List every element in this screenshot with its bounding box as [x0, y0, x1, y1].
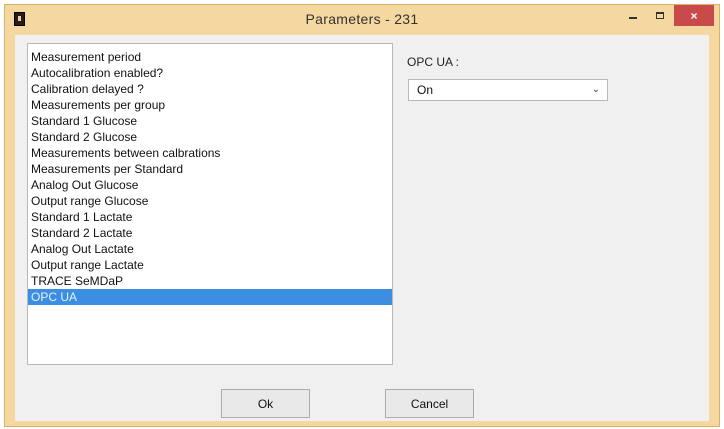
list-item[interactable]: Autocalibration enabled? [28, 65, 392, 81]
list-item[interactable]: Standard 2 Lactate [28, 225, 392, 241]
list-item[interactable]: Measurements per Standard [28, 161, 392, 177]
parameters-window: Parameters - 231 × Measurement period Au… [4, 4, 720, 427]
maximize-icon [656, 12, 664, 19]
cancel-button[interactable]: Cancel [385, 389, 474, 418]
title-bar[interactable]: Parameters - 231 × [5, 5, 719, 33]
list-item[interactable]: Calibration delayed ? [28, 81, 392, 97]
list-item-selected[interactable]: OPC UA [28, 289, 392, 305]
window-title: Parameters - 231 [305, 11, 419, 27]
close-icon: × [690, 8, 698, 23]
close-button[interactable]: × [674, 5, 714, 26]
minimize-icon [629, 16, 637, 19]
opc-ua-select-value: On [417, 83, 434, 97]
ok-button[interactable]: Ok [221, 389, 310, 418]
list-item[interactable]: Standard 1 Lactate [28, 209, 392, 225]
list-item[interactable]: Measurement period [28, 49, 392, 65]
list-item[interactable]: Measurements between calbrations [28, 145, 392, 161]
list-item[interactable]: Analog Out Lactate [28, 241, 392, 257]
opc-ua-label: OPC UA : [407, 55, 460, 69]
dialog-body: Measurement period Autocalibration enabl… [15, 35, 709, 421]
list-item[interactable]: Analog Out Glucose [28, 177, 392, 193]
list-item[interactable]: Output range Glucose [28, 193, 392, 209]
list-item[interactable]: Standard 1 Glucose [28, 113, 392, 129]
opc-ua-select[interactable]: On ⌄ [408, 79, 608, 101]
parameter-list[interactable]: Measurement period Autocalibration enabl… [27, 43, 393, 365]
list-item[interactable]: TRACE SeMDaP [28, 273, 392, 289]
chevron-down-icon: ⌄ [591, 84, 600, 95]
maximize-button[interactable] [647, 5, 673, 26]
minimize-button[interactable] [619, 5, 647, 26]
list-item[interactable]: Standard 2 Glucose [28, 129, 392, 145]
list-item[interactable]: Measurements per group [28, 97, 392, 113]
list-item[interactable]: Output range Lactate [28, 257, 392, 273]
